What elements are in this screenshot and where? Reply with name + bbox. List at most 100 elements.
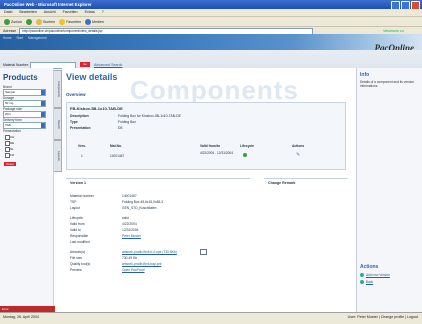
product-number: FB-Klsbox-5B-1x10-TAB-DE — [70, 106, 123, 111]
type-value: Folding Box — [118, 120, 136, 124]
lifecycle-status-icon — [243, 153, 247, 157]
actions-title: Actions — [360, 264, 379, 270]
media-button[interactable]: Medien — [85, 19, 104, 25]
forward-arrow-icon — [25, 19, 32, 25]
vd-key: File size — [70, 256, 83, 260]
reset-button[interactable]: Reset — [4, 162, 16, 166]
brand-select[interactable]: Sample — [3, 89, 46, 96]
vd-value: GEN_STD_Kuschkalen — [122, 206, 157, 210]
tab-management[interactable]: Management — [28, 36, 47, 40]
menu-file[interactable]: Datei — [4, 10, 12, 14]
row-mat-no: 14001467 — [110, 154, 125, 158]
vd-key: Artwork(s) — [70, 250, 86, 254]
vd-value: valid — [122, 216, 129, 220]
media-icon — [85, 19, 92, 25]
package-size-select[interactable]: 20/1 — [3, 111, 46, 118]
vd-value: Folding Box-45,6x15,0x85,3 — [122, 200, 164, 204]
back-button[interactable]: Zurück — [4, 19, 22, 25]
back-arrow-icon — [4, 19, 10, 25]
media-label: Medien — [92, 20, 104, 24]
preview-link[interactable]: Open PacProof — [122, 268, 145, 272]
col-valid: Valid from/to — [200, 144, 220, 148]
add-new-version-link[interactable]: Add new Version — [366, 273, 390, 277]
vd-key: Preview — [70, 268, 82, 272]
window-titlebar: PacOnline Web - Microsoft Internet Explo… — [0, 0, 422, 10]
col-actions: Actions — [292, 144, 305, 148]
advanced-search-link[interactable]: Advanced Search — [94, 63, 122, 67]
vd-key: Layout — [70, 206, 80, 210]
user-status: User: Peter Muster | Change profile | Lo… — [347, 315, 418, 319]
info-title: Info — [360, 72, 370, 78]
overview-heading: Overview — [66, 92, 86, 97]
quality-tool-link[interactable]: artwork-prodb-fbxk.bap.pnt — [122, 262, 161, 266]
vd-key: Valid from — [70, 222, 85, 226]
back-label: Zurück — [11, 20, 22, 24]
description-label: Description — [70, 114, 89, 118]
responsible-link[interactable]: Peter Muster — [122, 234, 141, 238]
vd-key: Responsible — [70, 234, 89, 238]
back-link[interactable]: Back — [366, 280, 373, 284]
col-mat-no: Mat.No. — [110, 144, 122, 148]
col-lifecycle: Lifecycle — [240, 144, 255, 148]
address-label: Adresse — [3, 29, 17, 33]
search-label: Suchen — [42, 20, 56, 24]
presentation-key: Presentation — [70, 126, 91, 130]
app-header — [0, 34, 422, 50]
delivery-form-select[interactable]: TAB — [3, 122, 46, 129]
menu-favorites[interactable]: Favoriten — [63, 10, 78, 14]
vd-value: 4/22/2004 — [122, 222, 137, 226]
checkbox-ch-label: CH — [10, 134, 15, 139]
vtab-search[interactable]: Search — [54, 108, 62, 140]
favorites-button[interactable]: Favoriten — [59, 19, 81, 25]
presentation-value: DE — [118, 126, 123, 130]
edit-icon[interactable]: ✎ — [296, 152, 300, 158]
menu-tools[interactable]: Extras — [85, 10, 95, 14]
products-title: Products — [3, 73, 38, 82]
vd-value: 730,49 Kb — [122, 256, 138, 260]
presentation-label: Presentation — [3, 129, 21, 133]
menu-help[interactable]: ? — [102, 10, 104, 14]
row-version: 1 — [81, 154, 83, 158]
page-title: View details — [66, 72, 118, 82]
material-number-label: Material Number: — [3, 63, 30, 67]
vd-key: Lifecycle — [70, 216, 83, 220]
search-icon — [35, 19, 42, 25]
vtab-components[interactable]: Components — [54, 70, 62, 108]
menu-edit[interactable]: Bearbeiten — [19, 10, 36, 14]
star-icon — [59, 19, 66, 25]
description-value: Folding Box for Klosbox-5B-1x10-TAB-DE — [118, 114, 181, 118]
tab-home[interactable]: Home — [3, 36, 12, 40]
col-version: Vers. — [78, 144, 86, 148]
add-icon — [360, 273, 364, 277]
search-button[interactable]: Suchen — [35, 19, 56, 25]
vd-key: Valid to — [70, 228, 81, 232]
go-to-button[interactable]: Wechseln zu — [383, 29, 404, 33]
change-remark-section — [264, 178, 348, 305]
checkbox-de-label: DE — [10, 140, 15, 145]
menu-view[interactable]: Ansicht — [44, 10, 56, 14]
window-title: PacOnline Web - Microsoft Internet Explo… — [4, 2, 92, 7]
folder-icon[interactable] — [200, 249, 207, 255]
status-date: Montag, 26. April 2004 — [3, 315, 39, 319]
checkbox-nl-label: NL — [10, 146, 14, 151]
back-icon — [360, 280, 364, 284]
vd-key: Last modified — [70, 240, 90, 244]
favorites-label: Favoriten — [66, 20, 82, 24]
vd-value: 14001467 — [122, 194, 137, 198]
menu-bar: Datei Bearbeiten Ansicht Favoriten Extra… — [0, 9, 422, 16]
version-title: Version 1 — [70, 181, 86, 185]
vd-value: 12/31/2004 — [122, 228, 139, 232]
vtab-layouts[interactable]: Layouts — [54, 140, 62, 172]
row-valid: 4/22/2004 - 12/31/2004 — [200, 151, 233, 155]
info-text: Details of a component and its version i… — [360, 80, 415, 88]
dosage-select[interactable]: 50 mg — [3, 100, 46, 107]
artwork-link[interactable]: artwork-prodb-fbxk.tr.4.ope (730,6Kb) — [122, 250, 177, 254]
vd-key: Quality tool(s) — [70, 262, 91, 266]
tab-start[interactable]: Start — [16, 36, 23, 40]
forward-button[interactable] — [25, 19, 32, 25]
go-button[interactable]: Go — [80, 62, 90, 67]
app-tabs: Home Start Management — [3, 36, 51, 40]
vd-key: Material number — [70, 194, 94, 198]
overview-card — [66, 102, 346, 170]
change-remark-title: Change Remark — [268, 181, 296, 185]
